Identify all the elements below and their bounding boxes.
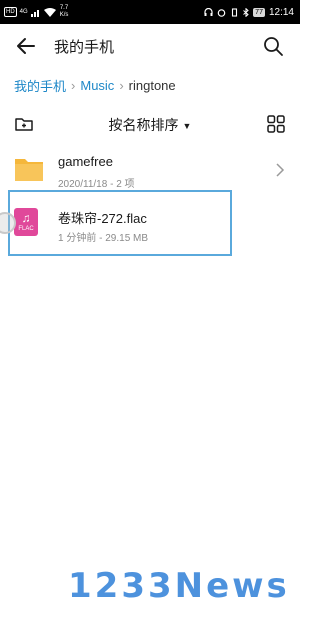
music-note-icon: ♫ [21,211,31,225]
speed-value: 7.7 [59,5,69,11]
file-name: gamefree [58,154,113,169]
battery-level: 77 [253,7,265,17]
sort-dropdown[interactable]: 按名称排序 ▼ [0,115,300,135]
network-speed: 7.7 K/s [60,5,69,19]
flac-file-icon: ♫ FLAC [14,208,44,238]
signal-indicator: 4G [20,9,28,16]
search-icon[interactable] [262,35,284,57]
vibrate-icon [232,7,238,17]
folder-icon [15,159,43,181]
file-type-label: FLAC [18,226,34,232]
alarm-icon [217,8,226,17]
page-title: 我的手机 [54,39,115,56]
breadcrumb-separator-icon: › [119,78,124,93]
bluetooth-icon [243,7,249,17]
flac-badge: ♫ FLAC [14,208,38,236]
list-item-file[interactable]: ♫ FLAC 卷珠帘-272.flac 1 分钟前 - 29.15 MB [0,200,300,248]
sort-label: 按名称排序 [108,117,179,133]
wifi-icon [43,7,56,17]
back-arrow-icon[interactable] [14,34,38,58]
headphone-icon [204,7,213,16]
file-name: 卷珠帘-272.flac [58,211,147,226]
breadcrumb-item-ringtone: ringtone [128,78,176,93]
network-type: 4G [19,8,28,15]
file-list: gamefree 2020/11/18 - 2 项 ♫ FLAC 卷珠帘-272… [0,146,300,248]
status-bar: HD 4G 7.7 K/s 77 12:14 [0,0,300,24]
clock: 12:14 [268,6,294,18]
list-toolbar: 按名称排序 ▼ [0,108,300,140]
file-meta: 1 分钟前 - 29.15 MB [58,233,149,244]
list-item-folder[interactable]: gamefree 2020/11/18 - 2 项 [0,146,300,194]
breadcrumb-item-my-phone[interactable]: 我的手机 [14,76,66,95]
speed-unit: K/s [59,12,69,18]
breadcrumb-item-music[interactable]: Music [80,78,114,93]
caret-down-icon: ▼ [182,121,192,131]
grid-view-icon[interactable] [266,114,286,134]
watermark: 1233News [68,566,290,606]
file-meta: 2020/11/18 - 2 项 [58,179,135,190]
chevron-right-icon [276,163,285,177]
breadcrumb-separator-icon: › [71,78,76,93]
signal-bars-icon [30,9,39,17]
breadcrumb: 我的手机 › Music › ringtone [14,76,176,95]
app-bar: 我的手机 [0,24,300,68]
carrier-badge: HD [4,7,17,17]
